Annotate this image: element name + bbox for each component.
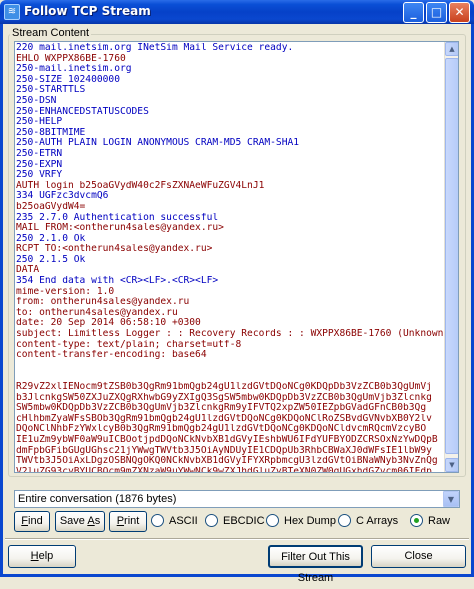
- maximize-button[interactable]: □: [426, 2, 447, 23]
- server-line: 250-SIZE 102400000: [15, 74, 445, 86]
- scrollbar-thumb[interactable]: [445, 58, 458, 454]
- chevron-down-icon[interactable]: ▼: [443, 491, 459, 507]
- client-line: R29vZ2xlIENocm9tZSB0b3QgRm91bmQgb24gU1lz…: [15, 382, 445, 393]
- client-line: b3JlcnkgSW50ZXJuZXQgRXhwbG9yZXIgQ3SgSW5m…: [15, 392, 445, 404]
- window-title: Follow TCP Stream: [24, 4, 151, 18]
- close-button[interactable]: Close: [371, 545, 466, 568]
- server-line: 250-8BITMIME: [15, 127, 445, 139]
- print-button-mnemonic: P: [116, 515, 125, 527]
- help-button[interactable]: Help: [8, 545, 76, 568]
- server-line: 334 UGFzc3dvcmQ6: [15, 191, 445, 202]
- client-line: content-type: text/plain; charset=utf-8: [15, 339, 445, 351]
- client-line: AUTH login b25oaGVydW40c2FsZXNAeWFuZGV4L…: [15, 180, 445, 192]
- separator: [5, 538, 469, 540]
- save-as-button-label-pre: Save: [59, 515, 88, 527]
- radio-ebcdic-indicator[interactable]: [205, 514, 218, 527]
- client-line: to: ontherun4sales@yandex.ru: [15, 307, 445, 319]
- client-line: EHLO WXPPX86BE-1760: [15, 53, 445, 65]
- conversation-select[interactable]: Entire conversation (1876 bytes) ▼: [14, 490, 460, 508]
- client-line: mime-version: 1.0: [15, 286, 445, 298]
- find-button-mnemonic: F: [21, 515, 29, 527]
- client-line: [15, 371, 445, 382]
- radio-c-arrays-label: C Arrays: [356, 515, 399, 527]
- find-button[interactable]: Find: [14, 511, 50, 532]
- server-line: 250-AUTH PLAIN LOGIN ANONYMOUS CRAM-MD5 …: [15, 138, 445, 149]
- find-button-label: ind: [28, 515, 43, 527]
- save-as-button-label: s: [94, 515, 101, 527]
- radio-c-arrays-indicator[interactable]: [338, 514, 351, 527]
- radio-raw-label: Raw: [428, 515, 451, 527]
- server-line: 235 2.7.0 Authentication successful: [15, 212, 445, 224]
- radio-raw-indicator[interactable]: [410, 514, 423, 527]
- scroll-up-arrow-icon[interactable]: ▲: [445, 42, 458, 56]
- client-line: V2luZG93cyBYUCBQcm9mZXNzaW9uYWwNCk9wZXJh…: [15, 466, 445, 472]
- help-button-mnemonic: H: [30, 550, 39, 562]
- server-line: 250-STARTTLS: [15, 85, 445, 96]
- print-button-label: rint: [124, 515, 140, 527]
- radio-ascii-label: ASCII: [169, 515, 198, 527]
- client-line: date: 20 Sep 2014 06:58:10 +0300: [15, 318, 445, 330]
- client-line: RCPT TO:<ontherun4sales@yandex.ru>: [15, 244, 445, 255]
- print-button[interactable]: Print: [109, 511, 147, 532]
- client-line: dmFpbGFibGUgUGhsc21jYWwgTWVtb3J5OiAyNDUy…: [15, 445, 445, 457]
- server-line: 250 VRFY: [15, 170, 445, 181]
- server-line: 250-DSN: [15, 95, 445, 107]
- vertical-scrollbar[interactable]: ▲ ▼: [444, 42, 458, 472]
- server-line: 250-HELP: [15, 117, 445, 128]
- server-line: 220 mail.inetsim.org INetSim Mail Servic…: [15, 43, 445, 54]
- radio-hex-dump-indicator[interactable]: [266, 514, 279, 527]
- client-line: from: ontherun4sales@yandex.ru: [15, 297, 445, 308]
- help-button-label: elp: [38, 550, 54, 562]
- stream-lines: 220 mail.inetsim.org INetSim Mail Servic…: [15, 43, 445, 472]
- title-bar[interactable]: ≋ Follow TCP Stream _ □ ✕: [0, 0, 474, 24]
- save-as-button[interactable]: Save As: [55, 511, 105, 532]
- minimize-button[interactable]: _: [403, 2, 424, 23]
- filter-out-this-stream-button[interactable]: Filter Out This Stream: [268, 545, 363, 584]
- client-line: DATA: [15, 265, 445, 277]
- radio-hex-dump-label: Hex Dump: [284, 515, 336, 527]
- client-line: MAIL FROM:<ontherun4sales@yandex.ru>: [15, 223, 445, 234]
- server-line: 250 2.1.5 Ok: [15, 254, 445, 266]
- client-line: [15, 360, 445, 372]
- close-window-button[interactable]: ✕: [449, 2, 470, 23]
- server-line: 250 2.1.0 Ok: [15, 233, 445, 245]
- client-line: content-transfer-encoding: base64: [15, 350, 445, 361]
- save-as-button-mnemonic: A: [87, 515, 95, 527]
- radio-ascii-indicator[interactable]: [151, 514, 164, 527]
- wireshark-app-icon: ≋: [4, 4, 20, 20]
- stream-content-label: Stream Content: [10, 27, 92, 39]
- client-line: SW5mbw0KDQpDb3VzZCB0b3QgUmVjb3ZlcnkgRm9y…: [15, 403, 445, 414]
- server-line: 250-EXPN: [15, 159, 445, 171]
- server-line: 250-ENHANCEDSTATUSCODES: [15, 106, 445, 118]
- client-line: b25oaGVydW4=: [15, 201, 445, 213]
- client-line: IE1uZm9ybWF0aW9uICBOotjpdDQoNCkNvbXB1dGV…: [15, 434, 445, 446]
- server-line: 250-ETRN: [15, 148, 445, 160]
- client-line: subject: Limitless Logger : : Recovery R…: [15, 329, 445, 340]
- client-line: TWVtb3J5OiAxLDgzOSBNQgOKQ0NCkNvbXB1dGVyI…: [15, 456, 445, 467]
- radio-ebcdic-label: EBCDIC: [223, 515, 265, 527]
- scroll-down-arrow-icon[interactable]: ▼: [445, 458, 458, 472]
- conversation-select-value: Entire conversation (1876 bytes): [18, 493, 177, 505]
- server-line: 250-mail.inetsim.org: [15, 64, 445, 75]
- client-line: cHlhbmZyaWFsSBOb3QgRm91bmQgb24gU1lzdGVtD…: [15, 413, 445, 425]
- stream-text-area[interactable]: 220 mail.inetsim.org INetSim Mail Servic…: [14, 41, 459, 473]
- server-line: 354 End data with <CR><LF>.<CR><LF>: [15, 276, 445, 287]
- window-frame-left: [0, 24, 3, 577]
- client-line: DQoNClNhbFzYWxlcyB0b3QgRm91bmQgb24gU1lzd…: [15, 424, 445, 435]
